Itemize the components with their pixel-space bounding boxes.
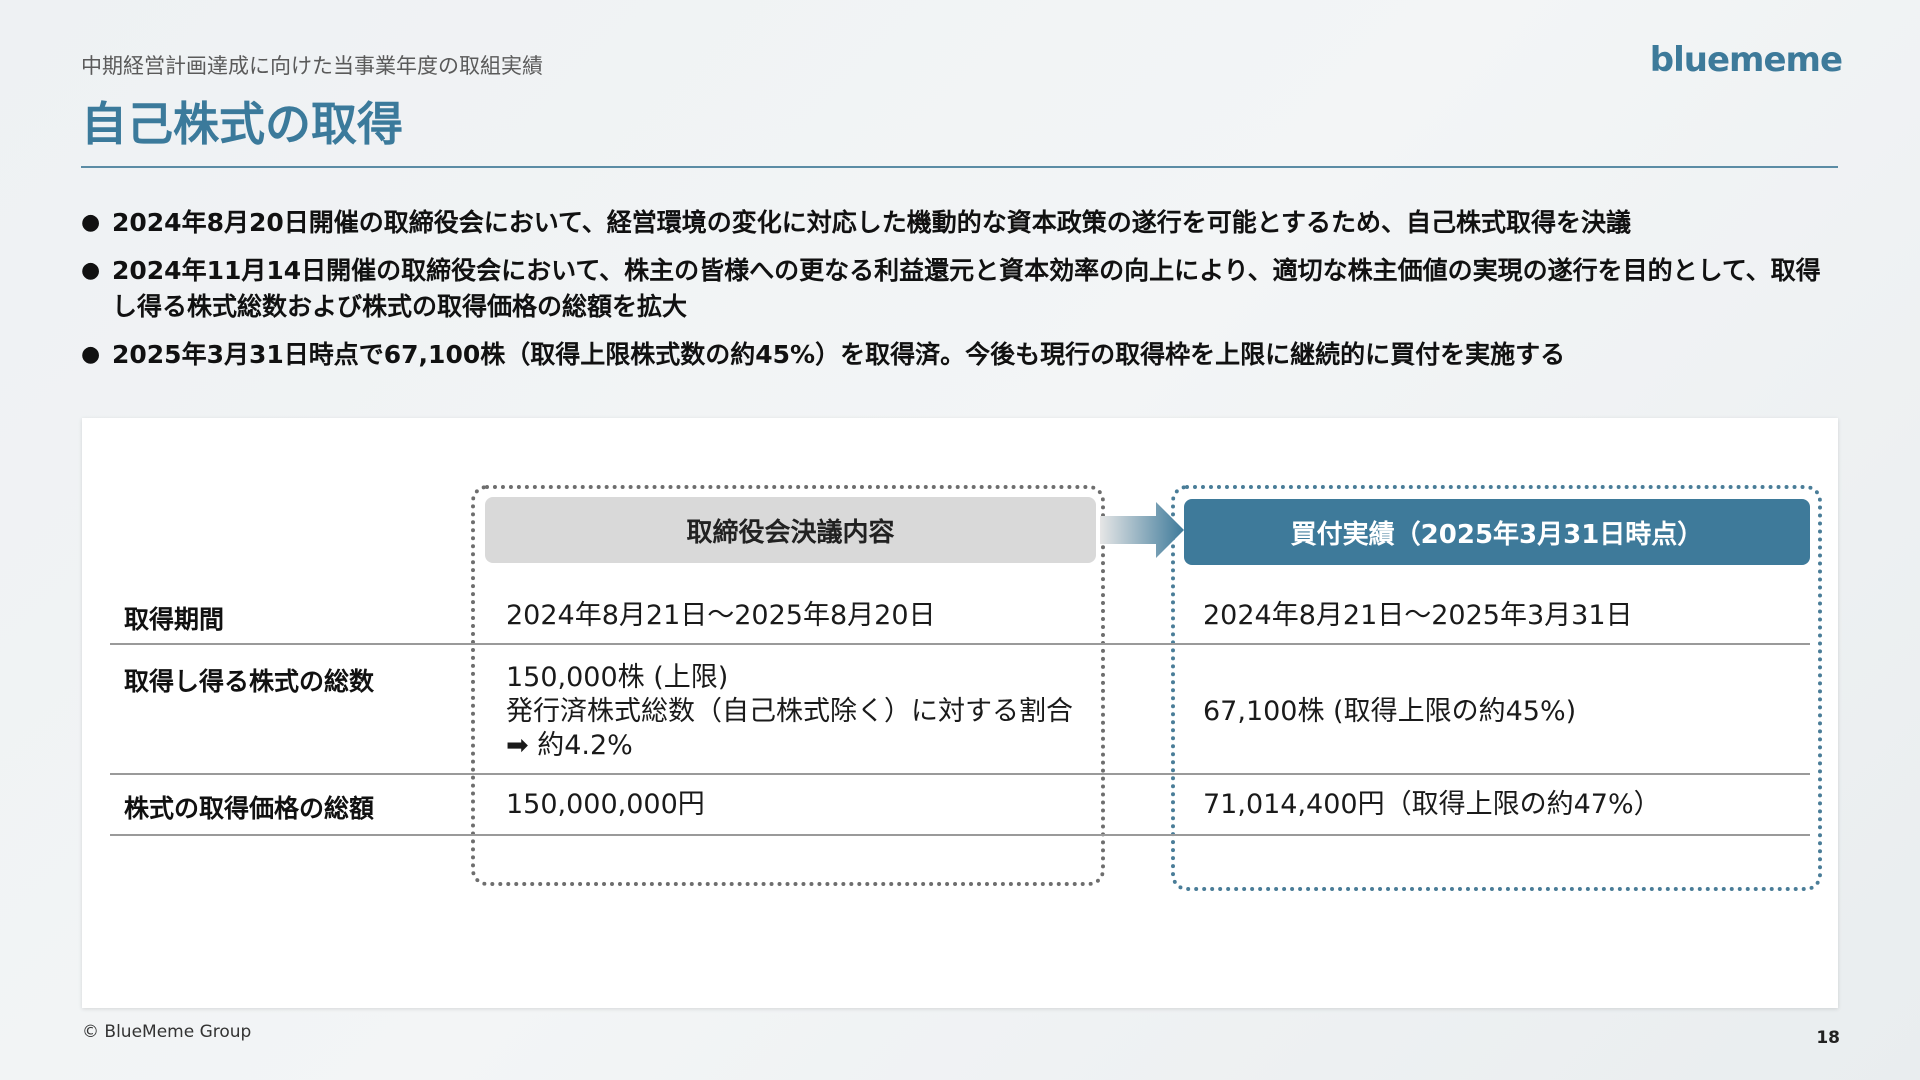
row-divider bbox=[110, 773, 1810, 775]
company-logo: bluememe bbox=[1649, 40, 1843, 80]
actual-column-header: 買付実績（2025年3月31日時点） bbox=[1184, 499, 1810, 565]
actual-shares: 67,100株 (取得上限の約45%) bbox=[1203, 696, 1577, 727]
page-number: 18 bbox=[1816, 1028, 1840, 1048]
bullet-item: 2024年11月14日開催の取締役会において、株主の皆様への更なる利益還元と資本… bbox=[81, 253, 1841, 325]
resolution-shares-ratio-label: 発行済株式総数（自己株式除く）に対する割合 bbox=[506, 696, 1073, 727]
bullet-list: 2024年8月20日開催の取締役会において、経営環境の変化に対応した機動的な資本… bbox=[81, 205, 1841, 385]
actual-price: 71,014,400円（取得上限の約47%） bbox=[1203, 789, 1661, 820]
row-label-total-price: 株式の取得価格の総額 bbox=[124, 794, 375, 823]
row-divider bbox=[110, 834, 1810, 836]
resolution-period: 2024年8月21日～2025年8月20日 bbox=[506, 600, 936, 631]
row-divider bbox=[110, 643, 1810, 645]
row-label-period: 取得期間 bbox=[124, 605, 225, 634]
copyright: © BlueMeme Group bbox=[82, 1022, 252, 1042]
resolution-shares-limit: 150,000株 (上限) bbox=[506, 662, 729, 693]
section-subtitle: 中期経営計画達成に向けた当事業年度の取組実績 bbox=[81, 54, 543, 78]
bullet-item: 2024年8月20日開催の取締役会において、経営環境の変化に対応した機動的な資本… bbox=[81, 205, 1841, 241]
title-divider bbox=[81, 166, 1838, 168]
page-title: 自己株式の取得 bbox=[81, 97, 403, 151]
resolution-shares-ratio: ➡ 約4.2% bbox=[506, 730, 633, 761]
resolution-price: 150,000,000円 bbox=[506, 789, 705, 820]
arrow-right-icon bbox=[1100, 502, 1184, 558]
bullet-item: 2025年3月31日時点で67,100株（取得上限株式数の約45%）を取得済。今… bbox=[81, 337, 1841, 373]
resolution-column-header: 取締役会決議内容 bbox=[485, 497, 1096, 563]
row-label-total-shares: 取得し得る株式の総数 bbox=[124, 667, 375, 696]
actual-period: 2024年8月21日～2025年3月31日 bbox=[1203, 600, 1633, 631]
